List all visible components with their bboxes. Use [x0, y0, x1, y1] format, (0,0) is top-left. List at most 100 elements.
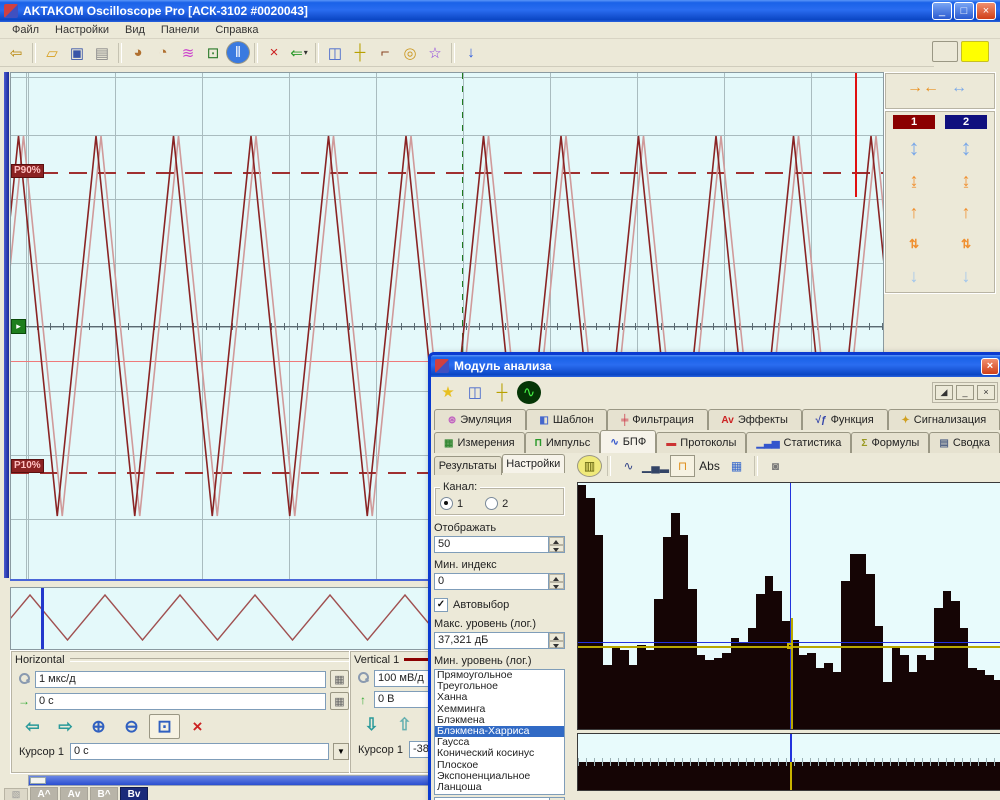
magic-wand-button[interactable]: ☆ — [423, 41, 447, 64]
pen-trace-button[interactable]: ∿ — [616, 455, 641, 477]
channel-1-radio[interactable]: 1 — [440, 497, 463, 510]
insert-button[interactable]: ⇐▾ — [287, 41, 311, 64]
menu-item-Вид[interactable]: Вид — [117, 23, 153, 37]
cursor1-time-field[interactable]: 0 с — [70, 743, 329, 760]
scope-screen-button[interactable]: ∿ — [517, 381, 541, 404]
zoom-window-button[interactable]: ⊡ — [149, 714, 180, 739]
ch2-expand-vertical-button[interactable]: ↕ — [949, 135, 983, 161]
tab-Измерения[interactable]: ▦Измерения — [434, 432, 525, 453]
ch1-shift-up-button[interactable]: ↑ — [897, 199, 931, 225]
expand-horizontal-button[interactable]: ↔ — [944, 77, 974, 99]
ch1-fine-shift-button[interactable]: ⇅ — [897, 231, 931, 257]
ch2-collapse-vertical-button[interactable]: ↨ — [949, 167, 983, 193]
measure-cross-button[interactable]: ┼ — [348, 41, 372, 64]
tab-Эмуляция[interactable]: ⊛Эмуляция — [434, 409, 526, 430]
fft-overview-strip[interactable] — [577, 733, 1000, 791]
waves-button[interactable]: ≋ — [176, 41, 200, 64]
scroll-right-button[interactable]: ⇨ — [50, 714, 81, 739]
status-tab-Аv[interactable]: Аv — [60, 787, 88, 800]
tab-Протоколы[interactable]: ▬Протоколы — [656, 432, 746, 453]
strip-blue-cursor[interactable] — [790, 734, 792, 762]
tab-Статистика[interactable]: ▁▃▅Статистика — [746, 432, 851, 453]
status-tab-В^[interactable]: В^ — [90, 787, 118, 800]
minimize-button[interactable]: _ — [932, 2, 952, 20]
list-item[interactable]: Ханна — [435, 692, 564, 703]
yellow-vertical-cursor[interactable] — [791, 618, 793, 729]
lock-button[interactable]: ⊓ — [670, 455, 695, 477]
tab-Сводка[interactable]: ▤Сводка — [929, 432, 1000, 453]
tab-Импульс[interactable]: ΠИмпульс — [525, 432, 601, 453]
info-panel-button[interactable]: ◫ — [323, 41, 347, 64]
shift-down-button[interactable]: ⇩ — [356, 712, 387, 737]
window-function-list[interactable]: ПрямоугольноеТреугольноеХаннаХеммингаБлэ… — [434, 669, 565, 795]
side-tab-Настройки[interactable]: Настройки — [502, 454, 566, 473]
collapse-horizontal-button[interactable]: →← — [906, 77, 936, 99]
spin-down-button[interactable] — [549, 582, 564, 590]
abs-button[interactable]: Abs — [697, 455, 722, 477]
scrollbar-thumb[interactable] — [30, 777, 46, 784]
menu-item-Настройки[interactable]: Настройки — [47, 23, 117, 37]
min-index-field[interactable]: 0 — [434, 573, 548, 590]
measure-cross-button[interactable]: ┼ — [490, 381, 514, 404]
export-button[interactable]: ◢ — [935, 385, 953, 400]
scale-aux-button[interactable]: ▦ — [330, 670, 349, 688]
device-2-button[interactable]: ◔ — [151, 41, 175, 64]
fft-spectrum-chart[interactable] — [577, 482, 1000, 730]
strip-yellow-cursor[interactable] — [790, 762, 792, 790]
autoselect-checkbox[interactable]: ✓ — [434, 598, 448, 612]
zoom-out-button[interactable]: ⊖ — [116, 714, 147, 739]
channel-zero-marker[interactable]: ▸ — [11, 319, 26, 334]
tools-button[interactable]: ⌐ — [373, 41, 397, 64]
status-tab-Вv[interactable]: Вv — [120, 787, 148, 800]
camera-button[interactable]: ◙ — [763, 455, 788, 477]
indicator-blank-button[interactable] — [932, 41, 958, 62]
device-1-button[interactable]: ◕ — [126, 41, 150, 64]
dialog-close-button[interactable]: × — [981, 358, 999, 375]
table-button[interactable]: ▦ — [724, 455, 749, 477]
offset-aux-button[interactable]: ▦ — [330, 692, 349, 710]
status-tab-А^[interactable]: А^ — [30, 787, 58, 800]
ch1-shift-down-button[interactable]: ↓ — [897, 263, 931, 289]
bars-mode-button[interactable]: ▁▄▂ — [643, 455, 668, 477]
cursor1-dropdown-button[interactable]: ▼ — [333, 743, 349, 760]
time-offset-field[interactable]: 0 с — [35, 693, 326, 710]
time-scale-field[interactable]: 1 мкс/д — [35, 671, 326, 688]
tab-Эффекты[interactable]: AvЭффекты — [708, 409, 802, 430]
info-button[interactable]: ↓ — [459, 41, 483, 64]
zoom-reset-button[interactable]: × — [182, 714, 213, 739]
status-tool-button[interactable]: ▧ — [4, 788, 28, 800]
tab-БПФ[interactable]: ∿БПФ — [600, 430, 656, 453]
spin-up-button[interactable] — [549, 574, 564, 582]
menu-item-Файл[interactable]: Файл — [4, 23, 47, 37]
zoom-in-button[interactable]: ⊕ — [83, 714, 114, 739]
status-indicator-yellow[interactable] — [961, 41, 989, 62]
max-level-field[interactable]: 37,321 дБ — [434, 632, 548, 649]
favorite-button[interactable]: ★ — [436, 381, 460, 404]
close-panel-button[interactable]: × — [977, 385, 995, 400]
maximize-button[interactable]: □ — [954, 2, 974, 20]
chart-mode-button[interactable]: ▥ — [577, 455, 602, 477]
info-panel-button[interactable]: ◫ — [463, 381, 487, 404]
ch1-collapse-vertical-button[interactable]: ↨ — [897, 167, 931, 193]
tab-Функция[interactable]: √ƒФункция — [802, 409, 888, 430]
ch2-fine-shift-button[interactable]: ⇅ — [949, 231, 983, 257]
ch2-shift-down-button[interactable]: ↓ — [949, 263, 983, 289]
ch2-shift-up-button[interactable]: ↑ — [949, 199, 983, 225]
ch1-expand-vertical-button[interactable]: ↕ — [897, 135, 931, 161]
channel-2-radio[interactable]: 2 — [485, 497, 508, 510]
shift-up-button[interactable]: ⇧ — [389, 712, 420, 737]
pause-button[interactable]: ‖ — [226, 41, 250, 64]
display-count-field[interactable]: 50 — [434, 536, 548, 553]
tab-Формулы[interactable]: ΣФормулы — [851, 432, 929, 453]
time-cursor-line[interactable] — [855, 73, 857, 197]
exit-button[interactable]: ⇦ — [4, 41, 28, 64]
close-button[interactable]: × — [976, 2, 996, 20]
spin-up-button[interactable] — [549, 633, 564, 641]
tab-Фильтрация[interactable]: ╪Фильтрация — [607, 409, 707, 430]
open-button[interactable]: ▱ — [40, 41, 64, 64]
list-item[interactable]: Конический косинус — [435, 748, 564, 759]
save-button[interactable]: ▣ — [65, 41, 89, 64]
list-item[interactable]: Ланцоша — [435, 782, 564, 793]
screen-zoom-button[interactable]: ⊡ — [201, 41, 225, 64]
side-tab-Результаты[interactable]: Результаты — [434, 456, 502, 475]
